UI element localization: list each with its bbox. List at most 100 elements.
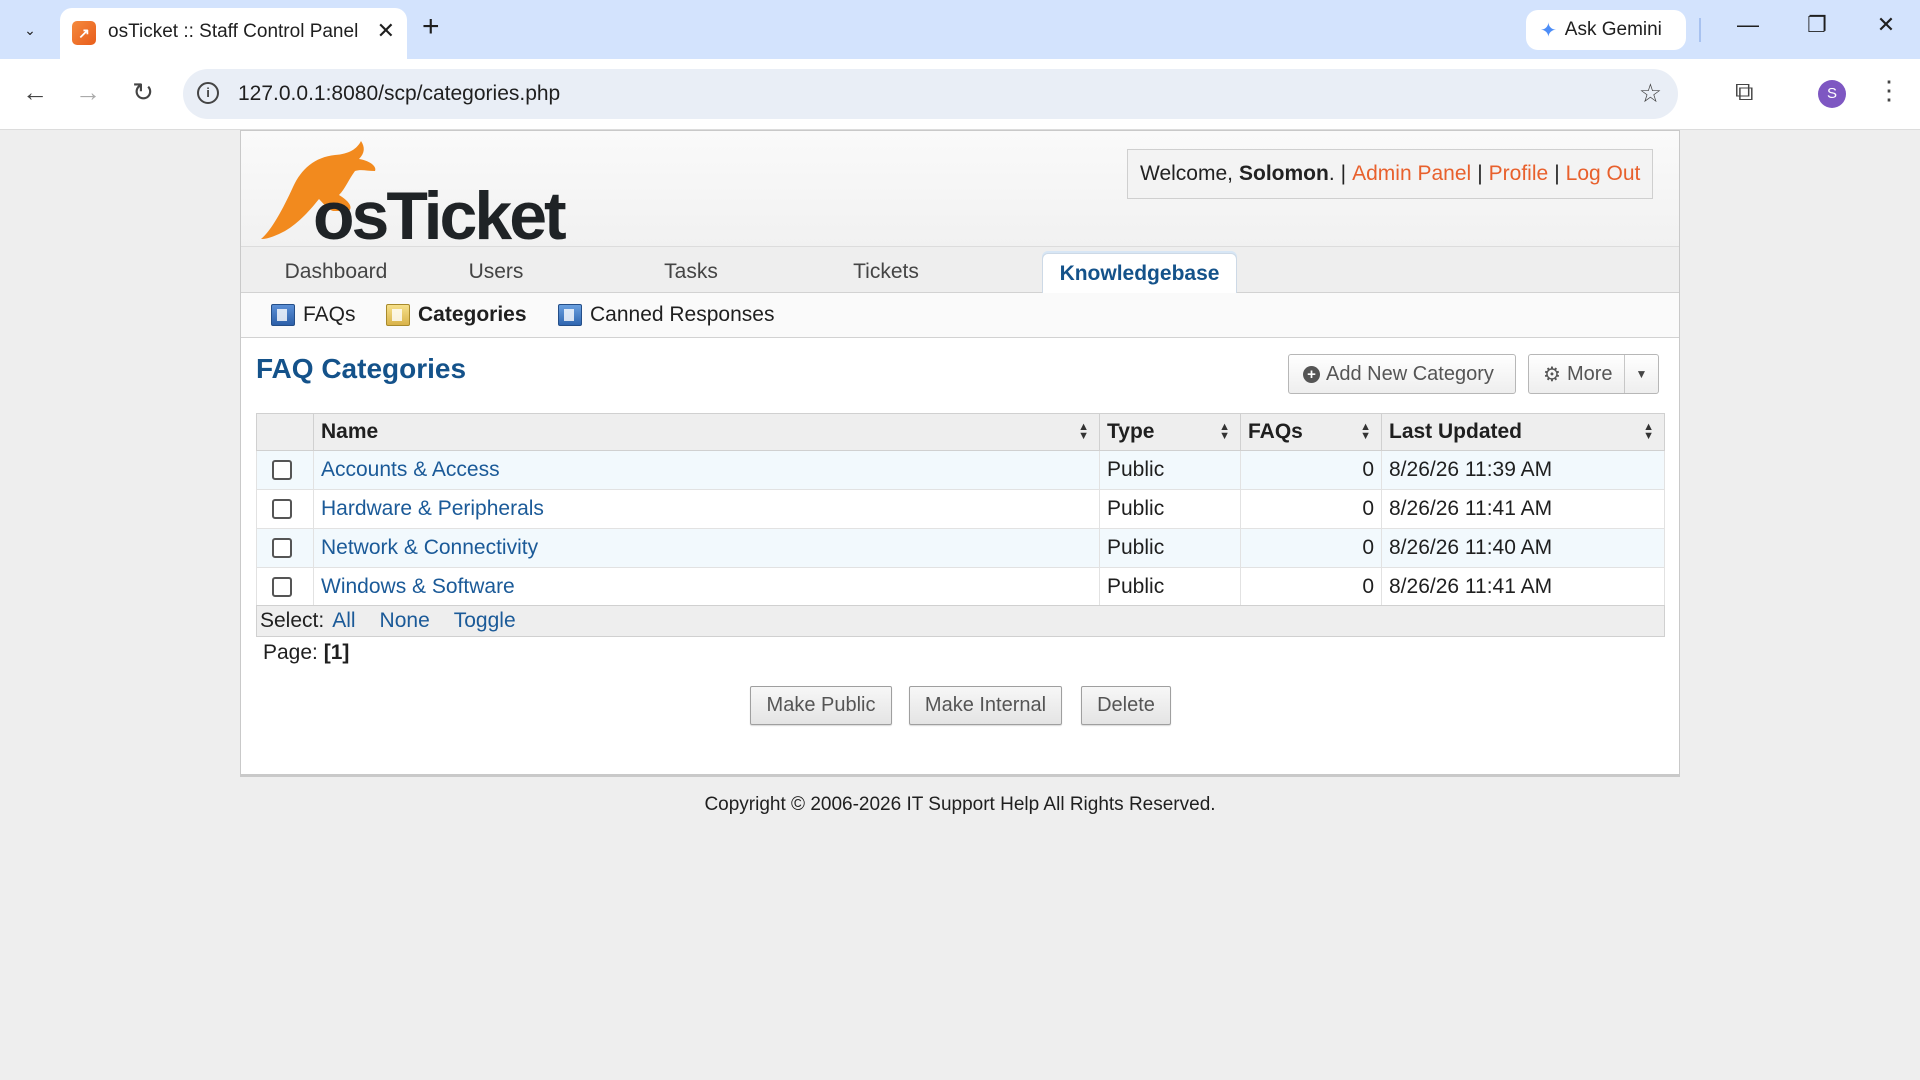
welcome-suffix: . xyxy=(1328,162,1335,185)
select-toggle-link[interactable]: Toggle xyxy=(454,609,516,633)
row-checkbox[interactable] xyxy=(272,538,292,558)
tab-dashboard[interactable]: Dashboard xyxy=(271,247,401,293)
faqs-count-cell: 0 xyxy=(1240,489,1382,529)
add-category-label: Add New Category xyxy=(1326,362,1494,385)
last-updated-cell: 8/26/26 11:40 AM xyxy=(1381,528,1665,568)
profile-avatar[interactable]: S xyxy=(1818,80,1846,108)
divider xyxy=(1699,18,1701,42)
type-cell: Public xyxy=(1099,567,1241,607)
sub-nav: FAQs Categories Canned Responses xyxy=(241,293,1679,338)
extensions-icon[interactable]: ⧉ xyxy=(1735,76,1754,108)
category-link[interactable]: Network & Connectivity xyxy=(321,536,538,559)
profile-link[interactable]: Profile xyxy=(1489,162,1549,186)
separator: | xyxy=(1554,162,1560,185)
gemini-label: Ask Gemini xyxy=(1564,19,1662,40)
subnav-categories[interactable]: Categories xyxy=(386,303,527,327)
current-page: [1] xyxy=(323,641,350,664)
welcome-box: Welcome, Solomon. | Admin Panel | Profil… xyxy=(1127,149,1654,199)
main-nav: Dashboard Users Tasks Tickets Knowledgeb… xyxy=(241,247,1679,294)
category-link[interactable]: Accounts & Access xyxy=(321,458,500,481)
window-close-icon[interactable]: ✕ xyxy=(1866,12,1906,38)
categories-icon xyxy=(386,304,410,326)
tab-tickets[interactable]: Tickets xyxy=(831,247,941,293)
subnav-faqs[interactable]: FAQs xyxy=(271,303,356,327)
column-header-type[interactable]: Type ▲ ▼ xyxy=(1099,413,1241,451)
select-controls: Select: All None Toggle xyxy=(256,605,1665,637)
table-row: Hardware & Peripherals Public 0 8/26/26 … xyxy=(256,489,1665,529)
tab-tasks[interactable]: Tasks xyxy=(641,247,741,293)
more-dropdown-button[interactable]: ⚙ More ▼ xyxy=(1528,354,1659,394)
make-public-button[interactable]: Make Public xyxy=(750,686,892,725)
back-icon[interactable]: ← xyxy=(17,77,53,108)
close-icon[interactable]: ✕ xyxy=(377,18,395,44)
make-internal-button[interactable]: Make Internal xyxy=(909,686,1062,725)
tab-knowledgebase[interactable]: Knowledgebase xyxy=(1042,253,1237,294)
sort-icon: ▲ ▼ xyxy=(1219,421,1230,442)
url-text[interactable]: 127.0.0.1:8080/scp/categories.php xyxy=(238,82,560,106)
page-label: Page: xyxy=(263,641,318,664)
select-all-link[interactable]: All xyxy=(332,609,355,633)
site-info-icon[interactable]: i xyxy=(197,82,219,104)
table-row: Network & Connectivity Public 0 8/26/26 … xyxy=(256,528,1665,568)
column-header-last-updated[interactable]: Last Updated ▲ ▼ xyxy=(1381,413,1665,451)
subnav-canned-responses[interactable]: Canned Responses xyxy=(558,303,774,327)
type-cell: Public xyxy=(1099,489,1241,529)
row-checkbox[interactable] xyxy=(272,499,292,519)
subnav-faqs-label: FAQs xyxy=(303,303,356,326)
reload-icon[interactable]: ↻ xyxy=(125,77,161,108)
categories-table: Name ▲ ▼ Type ▲ ▼ FAQs ▲ ▼ Last Updated ▲ ▼ Acco… xyxy=(256,413,1665,607)
more-label: More xyxy=(1566,362,1613,385)
select-column-header xyxy=(256,413,314,451)
bookmark-star-icon[interactable]: ☆ xyxy=(1639,78,1662,109)
subnav-categories-label: Categories xyxy=(418,303,527,326)
column-faqs-label: FAQs xyxy=(1248,420,1303,443)
table-row: Accounts & Access Public 0 8/26/26 11:39… xyxy=(256,450,1665,490)
faqs-count-cell: 0 xyxy=(1240,528,1382,568)
restore-icon[interactable]: ❐ xyxy=(1797,12,1837,38)
column-updated-label: Last Updated xyxy=(1389,420,1523,443)
row-checkbox[interactable] xyxy=(272,577,292,597)
select-label: Select: xyxy=(260,609,325,632)
minimize-icon[interactable]: — xyxy=(1728,12,1768,38)
sort-icon: ▲ ▼ xyxy=(1078,421,1089,442)
category-link[interactable]: Hardware & Peripherals xyxy=(321,497,544,520)
caret-down-icon[interactable]: ▼ xyxy=(1624,355,1658,393)
gear-icon: ⚙ xyxy=(1543,363,1561,386)
table-row: Windows & Software Public 0 8/26/26 11:4… xyxy=(256,567,1665,607)
user-name: Solomon xyxy=(1238,162,1329,185)
add-new-category-button[interactable]: + Add New Category xyxy=(1288,354,1516,394)
tab-search-button[interactable]: ⌄ xyxy=(10,12,50,48)
row-checkbox[interactable] xyxy=(272,460,292,480)
browser-menu-icon[interactable]: ⋮ xyxy=(1876,75,1902,106)
forward-icon[interactable]: → xyxy=(70,77,106,108)
last-updated-cell: 8/26/26 11:41 AM xyxy=(1381,567,1665,607)
select-none-link[interactable]: None xyxy=(380,609,430,633)
delete-button[interactable]: Delete xyxy=(1081,686,1171,725)
column-type-label: Type xyxy=(1107,420,1155,443)
faqs-count-cell: 0 xyxy=(1240,450,1382,490)
separator: | xyxy=(1477,162,1483,185)
type-cell: Public xyxy=(1099,450,1241,490)
faqs-count-cell: 0 xyxy=(1240,567,1382,607)
page-title: FAQ Categories xyxy=(256,353,467,384)
url-bar[interactable]: i 127.0.0.1:8080/scp/categories.php ☆ xyxy=(183,69,1678,119)
gemini-icon: ✦ xyxy=(1540,19,1557,42)
osticket-logo[interactable]: osTicket xyxy=(253,139,567,254)
column-header-name[interactable]: Name ▲ ▼ xyxy=(313,413,1100,451)
category-link[interactable]: Windows & Software xyxy=(321,575,515,598)
footer-copyright: Copyright © 2006-2026 IT Support Help Al… xyxy=(704,794,1216,815)
new-tab-button[interactable]: + xyxy=(422,10,440,44)
browser-tab[interactable]: ↗ osTicket :: Staff Control Panel ✕ xyxy=(60,8,407,59)
tab-title: osTicket :: Staff Control Panel xyxy=(108,21,359,42)
separator: | xyxy=(1340,162,1347,185)
sort-icon: ▲ ▼ xyxy=(1360,421,1371,442)
admin-panel-link[interactable]: Admin Panel xyxy=(1352,162,1471,186)
chevron-down-icon: ⌄ xyxy=(24,21,36,38)
column-header-faqs[interactable]: FAQs ▲ ▼ xyxy=(1240,413,1382,451)
logout-link[interactable]: Log Out xyxy=(1566,162,1641,186)
logo-text: osTicket xyxy=(313,178,567,254)
page-body: osTicket Welcome, Solomon. | Admin Panel… xyxy=(0,130,1920,1080)
ask-gemini-button[interactable]: ✦ Ask Gemini xyxy=(1526,10,1686,50)
tab-users[interactable]: Users xyxy=(446,247,546,293)
content-container: osTicket Welcome, Solomon. | Admin Panel… xyxy=(240,130,1680,777)
